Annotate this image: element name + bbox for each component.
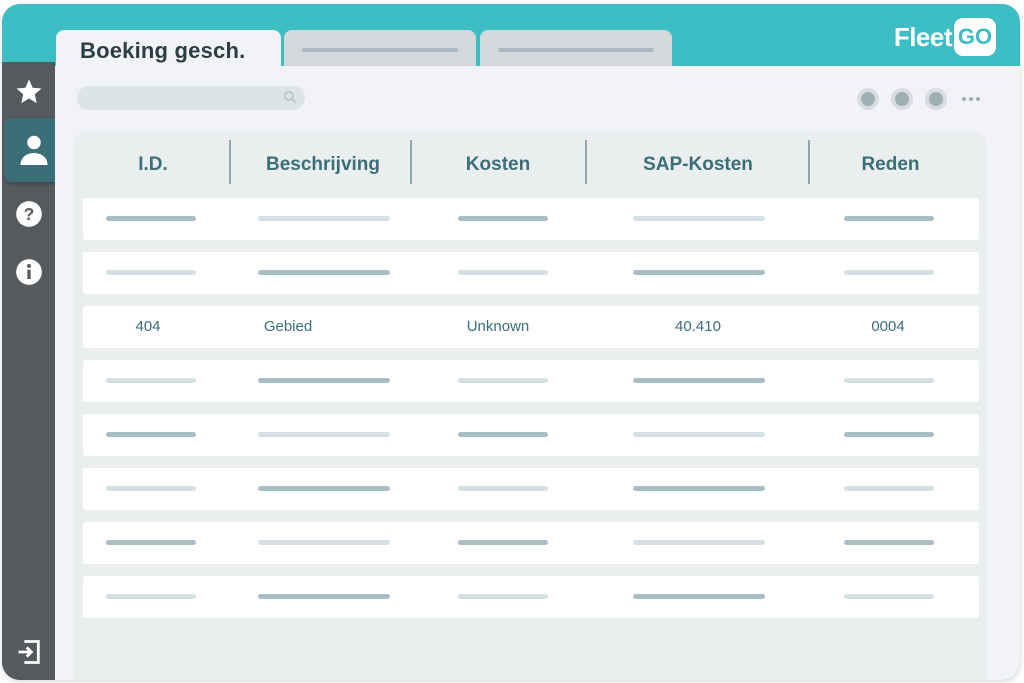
search-input[interactable] [77,86,305,110]
cell-costs: Unknown [466,318,530,335]
help-icon: ? [15,201,42,227]
control-button[interactable] [925,88,947,110]
main-content: I.D. Beschrijving Kosten SAP-Kosten Rede… [55,66,1020,680]
column-header-costs[interactable]: Kosten [423,150,573,180]
control-button[interactable] [891,88,913,110]
brand-name: Fleet [893,21,953,52]
brand-suffix: GO [954,18,996,56]
column-header-reason[interactable]: Reden [823,150,958,180]
table-row-highlighted[interactable]: 404 Gebied Unknown 40.410 0004 [83,306,979,348]
brand-logo: Fleet GO [894,18,996,56]
column-header-id[interactable]: I.D. [93,150,213,180]
column-header-description[interactable]: Beschrijving [243,150,403,180]
sidebar-item-logout[interactable] [2,628,55,676]
table-header: I.D. Beschrijving Kosten SAP-Kosten Rede… [73,132,987,196]
table-row[interactable] [83,414,979,456]
table-row[interactable] [83,252,979,294]
cell-sap-costs: 40.410 [675,318,721,335]
bookings-table: I.D. Beschrijving Kosten SAP-Kosten Rede… [73,132,987,680]
tab-label: Boeking gesch. [80,38,246,63]
sidebar-item-favorites[interactable] [2,68,55,116]
tab-placeholder[interactable] [284,30,476,70]
user-icon [20,135,48,165]
cell-description: Gebied [263,318,313,335]
svg-text:?: ? [23,204,34,224]
table-row[interactable] [83,198,979,240]
window-controls [845,88,980,110]
search-icon [283,90,297,109]
cell-reason: 0004 [871,318,905,335]
table-row[interactable] [83,468,979,510]
column-divider [410,140,412,184]
app-window: Boeking gesch. Fleet GO ? I.D. Beschrijv… [2,4,1020,680]
control-button[interactable] [857,88,879,110]
column-header-sap-costs[interactable]: SAP-Kosten [603,150,793,180]
logout-icon [18,640,40,664]
column-divider [229,140,231,184]
sidebar: ? [2,62,64,680]
more-options-icon[interactable] [959,97,980,101]
column-divider [808,140,810,184]
table-row[interactable] [83,576,979,618]
sidebar-item-help[interactable]: ? [2,190,55,238]
cell-id: 404 [135,318,161,335]
table-row[interactable] [83,360,979,402]
column-divider [585,140,587,184]
tab-placeholder[interactable] [480,30,672,70]
tab-active[interactable]: Boeking gesch. [56,30,281,70]
table-row[interactable] [83,522,979,564]
info-icon [15,259,42,285]
star-icon [16,79,41,104]
sidebar-item-info[interactable] [2,248,55,296]
